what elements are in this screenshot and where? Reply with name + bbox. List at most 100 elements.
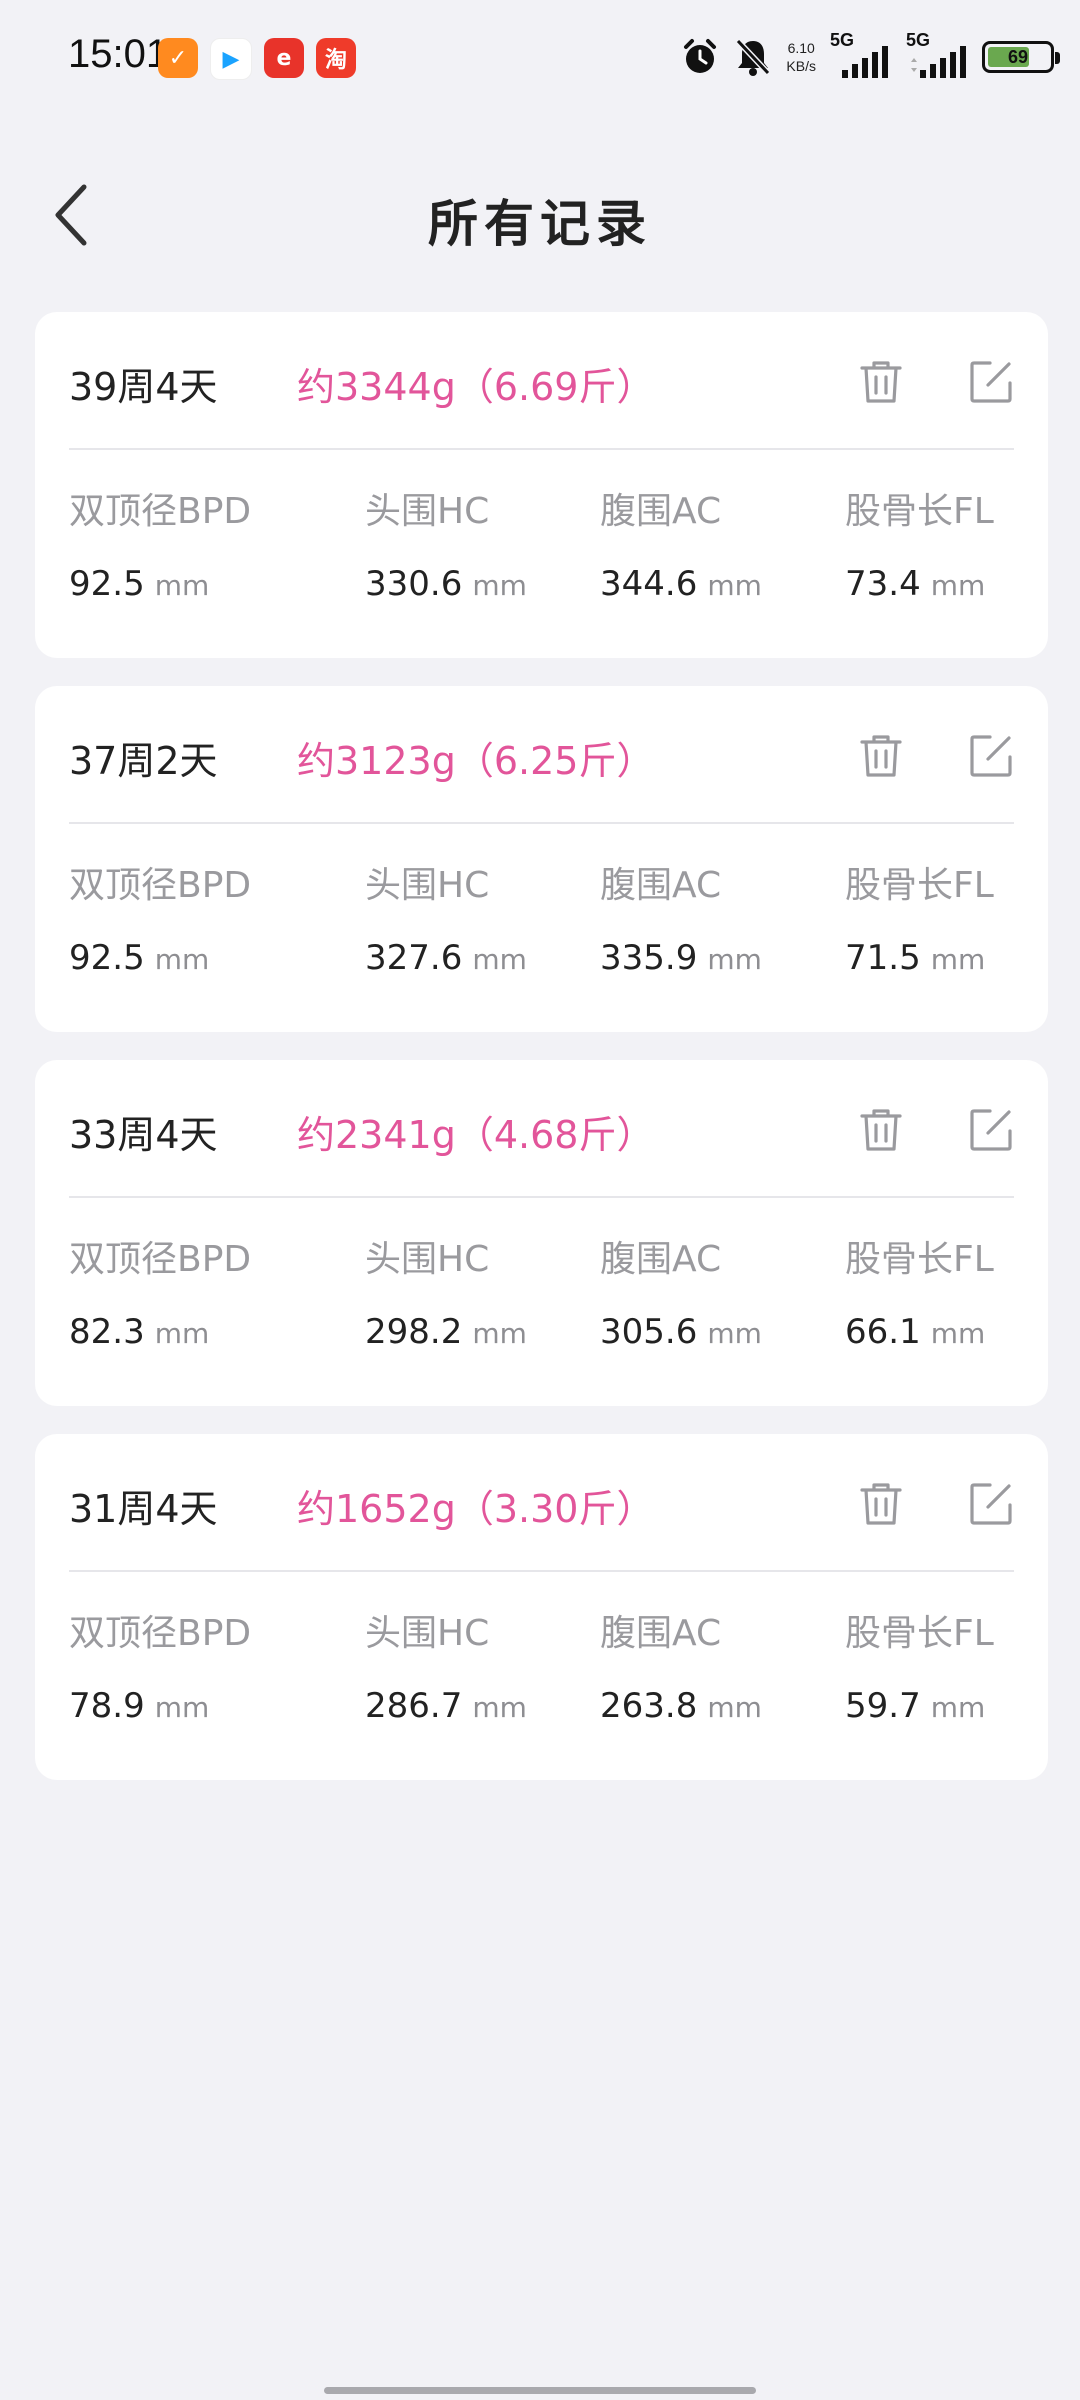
- metric-item: 腹围AC 344.6 mm: [600, 482, 762, 604]
- metric-item: 股骨长FL 66.1 mm: [845, 1230, 994, 1352]
- battery-level: 69: [1007, 46, 1029, 67]
- metric-label: 腹围AC: [600, 865, 722, 906]
- metric-value: 327.6: [365, 938, 463, 978]
- metric-value-line: 344.6 mm: [600, 564, 762, 604]
- metric-unit: mm: [707, 943, 762, 976]
- trash-icon: [860, 361, 902, 403]
- trash-icon: [860, 1483, 902, 1525]
- edit-icon: [970, 735, 1012, 777]
- metric-item: 股骨长FL 73.4 mm: [845, 482, 994, 604]
- edit-icon: [970, 1483, 1012, 1525]
- metric-value-line: 330.6 mm: [365, 564, 527, 604]
- metric-unit: mm: [472, 569, 527, 602]
- sim2-signal: 5G: [906, 30, 968, 80]
- bell-muted-icon: [736, 38, 771, 76]
- gestational-age: 33周4天: [69, 1113, 218, 1157]
- metric-unit: mm: [707, 569, 762, 602]
- metric-label: 股骨长FL: [845, 491, 994, 532]
- edit-icon: [970, 361, 1012, 403]
- alarm-icon: [684, 39, 717, 73]
- metric-value: 73.4: [845, 564, 921, 604]
- edit-button[interactable]: [963, 728, 1019, 784]
- metric-label: 股骨长FL: [845, 1239, 994, 1280]
- page-header: 所有记录: [0, 160, 1080, 270]
- metric-unit: mm: [707, 1317, 762, 1350]
- metric-value: 286.7: [365, 1686, 463, 1726]
- metric-label: 头围HC: [365, 1613, 490, 1654]
- metric-value-line: 92.5 mm: [69, 938, 251, 978]
- estimated-weight: 约3123g（6.25斤）: [297, 739, 655, 783]
- metric-label: 股骨长FL: [845, 1613, 994, 1654]
- metric-unit: mm: [930, 569, 986, 602]
- record-header: 37周2天 约3123g（6.25斤）: [35, 686, 1048, 822]
- metric-label: 股骨长FL: [845, 865, 994, 906]
- status-time: 15:01: [68, 32, 169, 76]
- metric-item: 双顶径BPD 92.5 mm: [69, 856, 251, 978]
- metric-label: 头围HC: [365, 1239, 490, 1280]
- metric-value: 344.6: [600, 564, 698, 604]
- metric-value: 71.5: [845, 938, 921, 978]
- battery-tip: [1055, 52, 1060, 64]
- metric-value: 59.7: [845, 1686, 921, 1726]
- metric-value-line: 59.7 mm: [845, 1686, 994, 1726]
- metric-item: 头围HC 298.2 mm: [365, 1230, 527, 1352]
- delete-button[interactable]: [853, 1102, 909, 1158]
- metric-unit: mm: [707, 1691, 762, 1724]
- app-red-icon: e: [264, 38, 304, 78]
- metric-value-line: 66.1 mm: [845, 1312, 994, 1352]
- signal-bars-icon: [911, 46, 966, 78]
- metric-item: 腹围AC 305.6 mm: [600, 1230, 762, 1352]
- edit-button[interactable]: [963, 1476, 1019, 1532]
- metric-value: 82.3: [69, 1312, 145, 1352]
- metric-value-line: 263.8 mm: [600, 1686, 762, 1726]
- metric-unit: mm: [930, 1691, 986, 1724]
- metric-value-line: 305.6 mm: [600, 1312, 762, 1352]
- card-divider: [69, 1570, 1014, 1572]
- metric-item: 头围HC 327.6 mm: [365, 856, 527, 978]
- edit-button[interactable]: [963, 354, 1019, 410]
- network-speed: 6.10 KB/s: [786, 39, 816, 75]
- metric-unit: mm: [154, 1691, 210, 1724]
- record-header: 39周4天 约3344g（6.69斤）: [35, 312, 1048, 448]
- metric-item: 双顶径BPD 82.3 mm: [69, 1230, 251, 1352]
- record-card-2: 37周2天 约3123g（6.25斤） 双顶径BPD 92.5 mm 头围HC …: [35, 686, 1048, 1032]
- estimated-weight: 约3344g（6.69斤）: [297, 365, 655, 409]
- metric-item: 双顶径BPD 92.5 mm: [69, 482, 251, 604]
- metric-value: 78.9: [69, 1686, 145, 1726]
- metric-item: 双顶径BPD 78.9 mm: [69, 1604, 251, 1726]
- gestational-age: 37周2天: [69, 739, 218, 783]
- metric-label: 头围HC: [365, 491, 490, 532]
- card-divider: [69, 448, 1014, 450]
- edit-button[interactable]: [963, 1102, 1019, 1158]
- metric-value: 335.9: [600, 938, 698, 978]
- app-taobao-icon: 淘: [316, 38, 356, 78]
- metric-value: 263.8: [600, 1686, 698, 1726]
- metric-item: 股骨长FL 59.7 mm: [845, 1604, 994, 1726]
- metric-value: 298.2: [365, 1312, 463, 1352]
- metric-unit: mm: [472, 943, 527, 976]
- metric-unit: mm: [930, 1317, 986, 1350]
- estimated-weight: 约1652g（3.30斤）: [297, 1487, 655, 1531]
- metric-item: 头围HC 286.7 mm: [365, 1604, 527, 1726]
- record-card-1: 39周4天 约3344g（6.69斤） 双顶径BPD 92.5 mm 头围HC …: [35, 312, 1048, 658]
- metric-label: 腹围AC: [600, 1239, 722, 1280]
- metric-unit: mm: [154, 943, 210, 976]
- network-speed-value: 6.10: [787, 40, 815, 56]
- card-divider: [69, 822, 1014, 824]
- metric-item: 腹围AC 263.8 mm: [600, 1604, 762, 1726]
- card-divider: [69, 1196, 1014, 1198]
- home-indicator[interactable]: [324, 2387, 756, 2394]
- delete-button[interactable]: [853, 1476, 909, 1532]
- notification-app-icons: ✓ ▶ e 淘: [158, 38, 356, 80]
- trash-icon: [860, 1109, 902, 1151]
- metric-unit: mm: [930, 943, 986, 976]
- metric-unit: mm: [154, 1317, 210, 1350]
- metric-value-line: 327.6 mm: [365, 938, 527, 978]
- metric-value-line: 92.5 mm: [69, 564, 251, 604]
- delete-button[interactable]: [853, 354, 909, 410]
- metric-value: 330.6: [365, 564, 463, 604]
- app-video-icon: ▶: [210, 38, 252, 80]
- metric-value-line: 78.9 mm: [69, 1686, 251, 1726]
- delete-button[interactable]: [853, 728, 909, 784]
- signal-bars-icon: [842, 46, 888, 78]
